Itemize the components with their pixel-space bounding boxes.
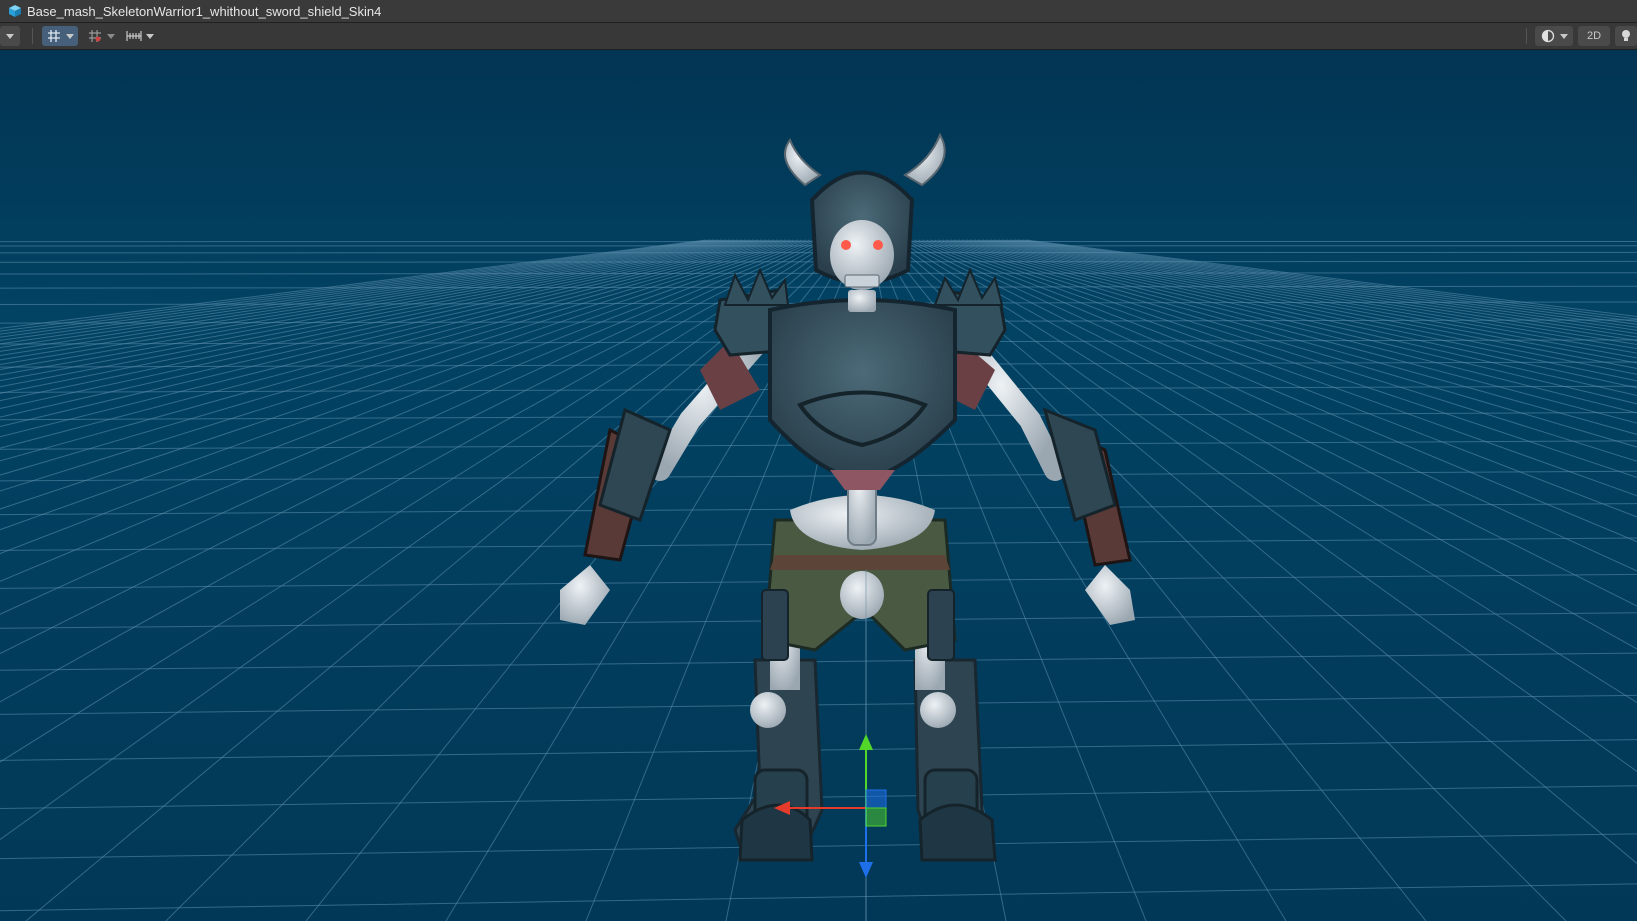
scene-toolbar: 2D bbox=[0, 23, 1637, 50]
shading-mode-icon bbox=[1541, 29, 1554, 43]
grid-snap-button[interactable] bbox=[42, 26, 78, 46]
xy-plane-handle[interactable] bbox=[865, 789, 887, 809]
toggle-2d-button[interactable]: 2D bbox=[1578, 26, 1610, 46]
chevron-down-icon bbox=[6, 33, 14, 39]
lighting-button[interactable] bbox=[1615, 26, 1637, 46]
scene-canvas[interactable] bbox=[0, 50, 1637, 921]
chevron-down-icon bbox=[146, 33, 154, 39]
chevron-down-icon bbox=[106, 33, 115, 39]
toggle-2d-label: 2D bbox=[1586, 30, 1602, 42]
yz-plane-handle[interactable] bbox=[865, 807, 887, 827]
belt-skull bbox=[840, 571, 884, 619]
lighting-icon bbox=[1622, 30, 1630, 41]
increment-snap-icon bbox=[88, 30, 101, 42]
prefab-cube-icon bbox=[8, 4, 22, 18]
tool-dropdown-button[interactable] bbox=[0, 26, 20, 46]
scene-viewport[interactable] bbox=[0, 50, 1637, 921]
toolbar-separator bbox=[32, 28, 33, 44]
window-title: Base_mash_SkeletonWarrior1_whithout_swor… bbox=[27, 3, 382, 19]
increment-snap-button[interactable] bbox=[84, 26, 118, 46]
toolbar-separator bbox=[1526, 28, 1527, 44]
shading-mode-button[interactable] bbox=[1535, 26, 1573, 46]
chevron-down-icon bbox=[65, 33, 74, 39]
window-title-bar: Base_mash_SkeletonWarrior1_whithout_swor… bbox=[0, 0, 1637, 23]
ruler-button[interactable] bbox=[122, 26, 158, 46]
chevron-down-icon bbox=[1559, 33, 1568, 39]
ruler-icon bbox=[126, 31, 142, 41]
grid-snap-icon bbox=[47, 30, 60, 42]
